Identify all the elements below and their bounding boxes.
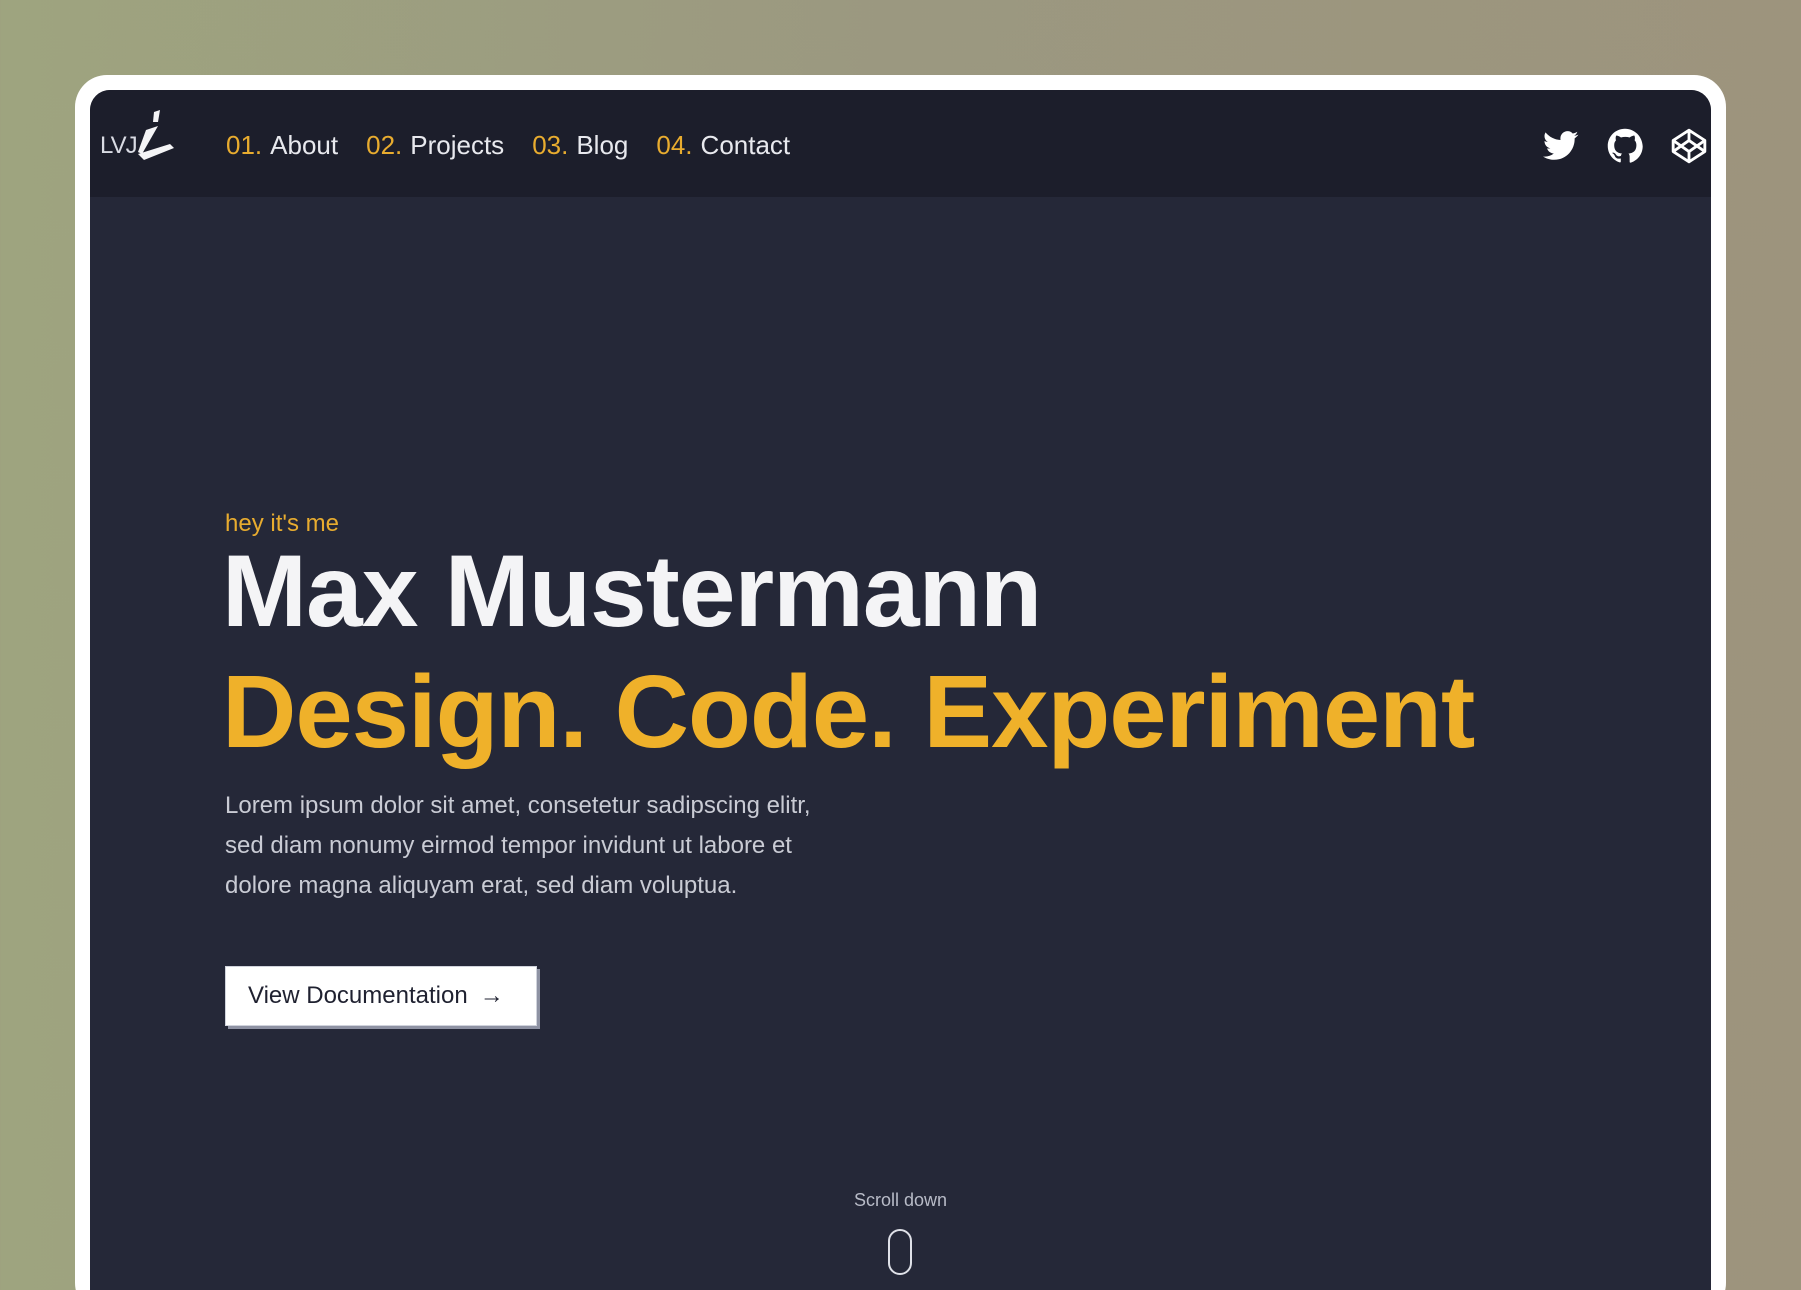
description-line: dolore magna aliquyam erat, sed diam vol…: [225, 872, 738, 899]
page-viewport: LVJ 01. About 02. Projects 03. Blog 04. Cont…: [90, 90, 1711, 1290]
nav-number: 03.: [532, 130, 569, 160]
codepen-icon: [1671, 128, 1707, 164]
hero-description: Lorem ipsum dolor sit amet, consetetur s…: [225, 786, 905, 906]
nav-label: Contact: [700, 130, 791, 160]
nav-item-about[interactable]: 01. About: [226, 130, 338, 161]
nav-item-contact[interactable]: 04. Contact: [656, 130, 790, 161]
nav-number: 04.: [656, 130, 693, 160]
scroll-label: Scroll down: [853, 1190, 948, 1210]
arrow-right-icon: →: [479, 982, 504, 1009]
site-logo[interactable]: LVJ: [100, 108, 180, 170]
top-navbar: LVJ 01. About 02. Projects 03. Blog 04. Cont…: [90, 90, 1711, 197]
hero-name: Max Mustermann: [222, 534, 1042, 648]
nav-number: 01.: [226, 130, 263, 160]
logo-text: LVJ: [100, 132, 138, 159]
nav-label: Blog: [576, 130, 629, 160]
button-label: View Documentation: [248, 982, 468, 1009]
codepen-link[interactable]: [1669, 126, 1709, 166]
twitter-link[interactable]: [1541, 126, 1581, 166]
hero-section: hey it's me Max Mustermann Design. Code.…: [222, 510, 1475, 1026]
logo-mark-icon: [138, 110, 174, 160]
view-documentation-button[interactable]: View Documentation →: [225, 966, 537, 1026]
nav-label: About: [270, 130, 339, 160]
scroll-indicator[interactable]: Scroll down: [90, 1190, 1711, 1275]
twitter-icon: [1543, 131, 1579, 160]
social-links: [1541, 126, 1711, 166]
mouse-icon: [888, 1229, 912, 1275]
description-line: Lorem ipsum dolor sit amet, consetetur s…: [225, 792, 811, 819]
description-line: sed diam nonumy eirmod tempor invidunt u…: [225, 832, 792, 859]
nav-item-projects[interactable]: 02. Projects: [366, 130, 504, 161]
github-icon: [1607, 128, 1643, 163]
nav-label: Projects: [410, 130, 505, 160]
hero-tagline: Design. Code. Experiment: [222, 654, 1475, 769]
nav-item-blog[interactable]: 03. Blog: [532, 130, 628, 161]
main-nav: 01. About 02. Projects 03. Blog 04. Contact: [226, 130, 790, 161]
nav-number: 02.: [366, 130, 403, 160]
github-link[interactable]: [1605, 126, 1645, 166]
